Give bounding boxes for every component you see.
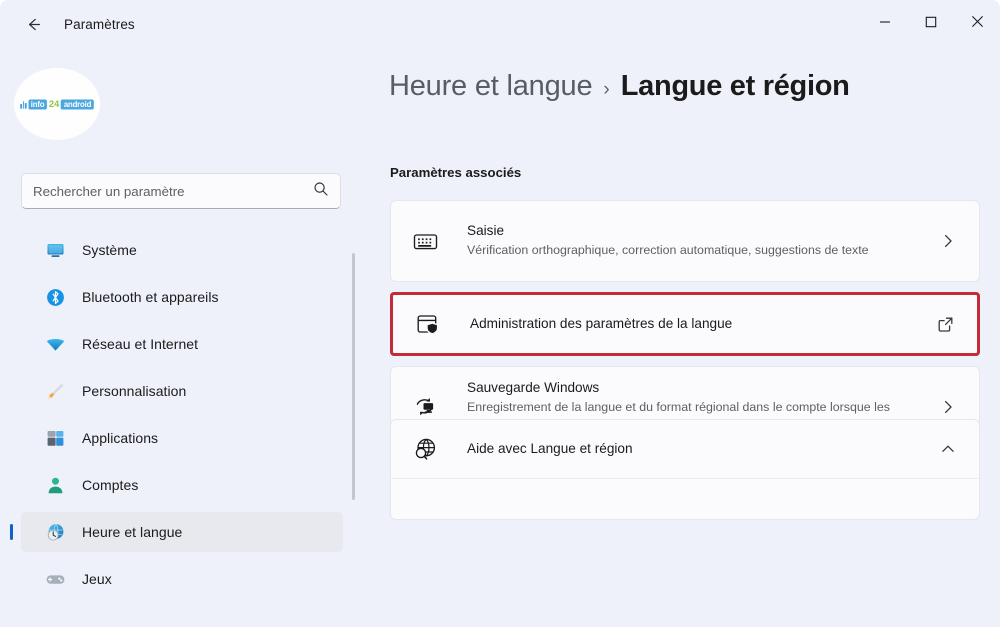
settings-window: Paramètres info 24 android Rechercher un… — [0, 0, 1000, 627]
card-description: Vérification orthographique, correction … — [467, 243, 869, 258]
selection-indicator — [10, 524, 13, 540]
sidebar-item-label: Heure et langue — [82, 524, 183, 540]
logo-text-24: 24 — [48, 98, 60, 109]
maximize-button[interactable] — [908, 0, 954, 48]
card-text: Saisie Vérification orthographique, corr… — [467, 210, 923, 272]
sidebar-item-label: Système — [82, 242, 137, 258]
sidebar-item-applications[interactable]: Applications — [21, 418, 343, 458]
window-controls — [862, 0, 1000, 48]
section-heading: Paramètres associés — [390, 165, 522, 180]
sidebar-item-label: Applications — [82, 430, 159, 446]
breadcrumb-separator-icon: › — [603, 79, 610, 100]
back-arrow-icon — [24, 15, 43, 34]
keyboard-icon — [410, 226, 440, 256]
minimize-button[interactable] — [862, 0, 908, 48]
admin-language-shield-icon — [413, 309, 443, 339]
wifi-icon — [44, 333, 66, 355]
close-icon — [971, 15, 984, 33]
maximize-icon — [925, 15, 937, 33]
sidebar-item-label: Bluetooth et appareils — [82, 289, 219, 305]
person-icon — [44, 474, 66, 496]
highlight-annotation: Administration des paramètres de la lang… — [390, 292, 980, 356]
sidebar-item-personnalisation[interactable]: Personnalisation — [21, 371, 343, 411]
back-button[interactable] — [14, 8, 52, 40]
sidebar-item-bluetooth-et-appareils[interactable]: Bluetooth et appareils — [21, 277, 343, 317]
sidebar-item-label: Jeux — [82, 571, 112, 587]
close-button[interactable] — [954, 0, 1000, 48]
sidebar-item-systeme[interactable]: Système — [21, 230, 343, 270]
settings-card-saisie[interactable]: Saisie Vérification orthographique, corr… — [390, 200, 980, 282]
settings-card-administration-des-parametres-de-la-langue[interactable]: Administration des paramètres de la lang… — [393, 295, 977, 353]
page-title: Langue et région — [620, 70, 850, 102]
monitor-icon — [44, 239, 66, 261]
globe-search-icon — [410, 434, 440, 464]
sidebar-scrollbar[interactable] — [352, 253, 355, 500]
main-content: Heure et langue › Langue et région Param… — [364, 48, 1000, 627]
card-title: Administration des paramètres de la lang… — [470, 315, 733, 331]
minimize-icon — [879, 15, 891, 33]
sidebar: Système Bluetooth et appareils — [0, 160, 364, 627]
apps-icon — [44, 427, 66, 449]
help-expanded-content — [391, 479, 979, 519]
help-expander-header[interactable]: Aide avec Langue et région — [391, 420, 979, 478]
search-icon[interactable] — [313, 181, 329, 202]
sidebar-item-label: Comptes — [82, 477, 139, 493]
window-title: Paramètres — [64, 16, 135, 32]
search-input[interactable] — [33, 183, 307, 199]
sidebar-item-label: Réseau et Internet — [82, 336, 199, 352]
search-box[interactable] — [21, 173, 341, 209]
chevron-right-icon[interactable] — [935, 394, 961, 420]
chevron-up-icon[interactable] — [935, 436, 961, 462]
card-title: Sauvegarde Windows — [467, 380, 600, 395]
sidebar-item-comptes[interactable]: Comptes — [21, 465, 343, 505]
sidebar-item-heure-et-langue[interactable]: Heure et langue — [10, 512, 343, 552]
logo-bars-icon — [20, 100, 27, 109]
sidebar-item-label: Personnalisation — [82, 383, 187, 399]
logo-text-info: info — [27, 99, 48, 109]
gamepad-icon — [44, 568, 66, 590]
logo-text-android: android — [60, 99, 94, 109]
breadcrumb-parent-link[interactable]: Heure et langue — [389, 70, 593, 103]
breadcrumb: Heure et langue › Langue et région — [389, 70, 850, 103]
external-link-icon[interactable] — [932, 311, 958, 337]
sidebar-nav: Système Bluetooth et appareils Réseau et… — [0, 230, 364, 606]
backup-sync-icon — [410, 392, 440, 422]
bluetooth-icon — [44, 286, 66, 308]
card-text: Administration des paramètres de la lang… — [470, 303, 920, 345]
sidebar-item-jeux[interactable]: Jeux — [21, 559, 343, 599]
title-bar: Paramètres — [0, 0, 1000, 48]
help-expander-card: Aide avec Langue et région — [390, 419, 980, 520]
sidebar-item-reseau-et-internet[interactable]: Réseau et Internet — [21, 324, 343, 364]
card-title: Saisie — [467, 222, 505, 238]
card-text: Aide avec Langue et région — [467, 428, 923, 470]
card-title: Aide avec Langue et région — [467, 440, 633, 456]
chevron-right-icon[interactable] — [935, 228, 961, 254]
clock-globe-icon — [44, 521, 66, 543]
paintbrush-icon — [44, 380, 66, 402]
watermark-logo: info 24 android — [14, 68, 100, 140]
